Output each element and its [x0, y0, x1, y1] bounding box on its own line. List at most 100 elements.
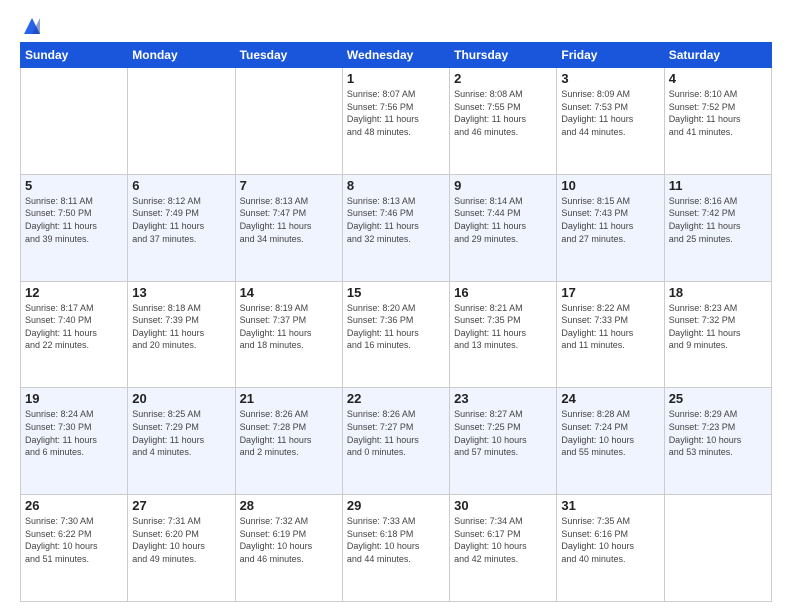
- day-info: Sunrise: 8:09 AM Sunset: 7:53 PM Dayligh…: [561, 88, 659, 138]
- calendar-cell: 9 Sunrise: 8:14 AM Sunset: 7:44 PM Daylig…: [450, 174, 557, 281]
- calendar-cell: 26 Sunrise: 7:30 AM Sunset: 6:22 PM Dayli…: [21, 495, 128, 602]
- day-info: Sunrise: 8:29 AM Sunset: 7:23 PM Dayligh…: [669, 408, 767, 458]
- day-info: Sunrise: 8:26 AM Sunset: 7:28 PM Dayligh…: [240, 408, 338, 458]
- day-number: 22: [347, 391, 445, 406]
- day-number: 7: [240, 178, 338, 193]
- day-number: 10: [561, 178, 659, 193]
- calendar-week-row: 12 Sunrise: 8:17 AM Sunset: 7:40 PM Dayli…: [21, 281, 772, 388]
- day-number: 31: [561, 498, 659, 513]
- day-number: 6: [132, 178, 230, 193]
- day-info: Sunrise: 8:23 AM Sunset: 7:32 PM Dayligh…: [669, 302, 767, 352]
- day-info: Sunrise: 7:33 AM Sunset: 6:18 PM Dayligh…: [347, 515, 445, 565]
- day-info: Sunrise: 8:13 AM Sunset: 7:47 PM Dayligh…: [240, 195, 338, 245]
- day-number: 25: [669, 391, 767, 406]
- calendar-cell: 5Sunrise: 8:11 AM Sunset: 7:50 PM Daylig…: [21, 174, 128, 281]
- day-info: Sunrise: 8:07 AM Sunset: 7:56 PM Dayligh…: [347, 88, 445, 138]
- weekday-header-row: SundayMondayTuesdayWednesdayThursdayFrid…: [21, 43, 772, 68]
- day-info: Sunrise: 8:26 AM Sunset: 7:27 PM Dayligh…: [347, 408, 445, 458]
- calendar-cell: [235, 68, 342, 175]
- calendar-week-row: 19Sunrise: 8:24 AM Sunset: 7:30 PM Dayli…: [21, 388, 772, 495]
- day-number: 18: [669, 285, 767, 300]
- calendar-cell: 23 Sunrise: 8:27 AM Sunset: 7:25 PM Dayli…: [450, 388, 557, 495]
- day-info: Sunrise: 7:32 AM Sunset: 6:19 PM Dayligh…: [240, 515, 338, 565]
- day-number: 2: [454, 71, 552, 86]
- day-info: Sunrise: 8:20 AM Sunset: 7:36 PM Dayligh…: [347, 302, 445, 352]
- page: SundayMondayTuesdayWednesdayThursdayFrid…: [0, 0, 792, 612]
- calendar-cell: 13 Sunrise: 8:18 AM Sunset: 7:39 PM Dayli…: [128, 281, 235, 388]
- calendar-cell: [128, 68, 235, 175]
- day-number: 27: [132, 498, 230, 513]
- day-number: 21: [240, 391, 338, 406]
- calendar-week-row: 5Sunrise: 8:11 AM Sunset: 7:50 PM Daylig…: [21, 174, 772, 281]
- day-info: Sunrise: 8:22 AM Sunset: 7:33 PM Dayligh…: [561, 302, 659, 352]
- day-info: Sunrise: 8:08 AM Sunset: 7:55 PM Dayligh…: [454, 88, 552, 138]
- weekday-header-saturday: Saturday: [664, 43, 771, 68]
- day-number: 16: [454, 285, 552, 300]
- day-info: Sunrise: 8:17 AM Sunset: 7:40 PM Dayligh…: [25, 302, 123, 352]
- day-number: 9: [454, 178, 552, 193]
- calendar-cell: 15 Sunrise: 8:20 AM Sunset: 7:36 PM Dayli…: [342, 281, 449, 388]
- day-info: Sunrise: 8:21 AM Sunset: 7:35 PM Dayligh…: [454, 302, 552, 352]
- calendar-cell: 31Sunrise: 7:35 AM Sunset: 6:16 PM Dayli…: [557, 495, 664, 602]
- calendar-cell: 30 Sunrise: 7:34 AM Sunset: 6:17 PM Dayli…: [450, 495, 557, 602]
- day-info: Sunrise: 8:24 AM Sunset: 7:30 PM Dayligh…: [25, 408, 123, 458]
- calendar-cell: 22 Sunrise: 8:26 AM Sunset: 7:27 PM Dayli…: [342, 388, 449, 495]
- calendar-cell: 18 Sunrise: 8:23 AM Sunset: 7:32 PM Dayli…: [664, 281, 771, 388]
- day-info: Sunrise: 8:13 AM Sunset: 7:46 PM Dayligh…: [347, 195, 445, 245]
- day-number: 14: [240, 285, 338, 300]
- day-info: Sunrise: 7:30 AM Sunset: 6:22 PM Dayligh…: [25, 515, 123, 565]
- calendar-cell: [21, 68, 128, 175]
- day-info: Sunrise: 8:27 AM Sunset: 7:25 PM Dayligh…: [454, 408, 552, 458]
- weekday-header-friday: Friday: [557, 43, 664, 68]
- calendar-cell: 25 Sunrise: 8:29 AM Sunset: 7:23 PM Dayli…: [664, 388, 771, 495]
- day-number: 13: [132, 285, 230, 300]
- day-info: Sunrise: 8:12 AM Sunset: 7:49 PM Dayligh…: [132, 195, 230, 245]
- calendar-cell: 8Sunrise: 8:13 AM Sunset: 7:46 PM Daylig…: [342, 174, 449, 281]
- calendar-table: SundayMondayTuesdayWednesdayThursdayFrid…: [20, 42, 772, 602]
- day-info: Sunrise: 8:25 AM Sunset: 7:29 PM Dayligh…: [132, 408, 230, 458]
- calendar-cell: 20 Sunrise: 8:25 AM Sunset: 7:29 PM Dayli…: [128, 388, 235, 495]
- day-number: 3: [561, 71, 659, 86]
- day-info: Sunrise: 8:16 AM Sunset: 7:42 PM Dayligh…: [669, 195, 767, 245]
- day-info: Sunrise: 8:14 AM Sunset: 7:44 PM Dayligh…: [454, 195, 552, 245]
- header: [20, 18, 772, 32]
- weekday-header-monday: Monday: [128, 43, 235, 68]
- day-info: Sunrise: 8:19 AM Sunset: 7:37 PM Dayligh…: [240, 302, 338, 352]
- day-number: 11: [669, 178, 767, 193]
- day-info: Sunrise: 7:34 AM Sunset: 6:17 PM Dayligh…: [454, 515, 552, 565]
- day-number: 23: [454, 391, 552, 406]
- calendar-cell: 6 Sunrise: 8:12 AM Sunset: 7:49 PM Daylig…: [128, 174, 235, 281]
- calendar-cell: 21 Sunrise: 8:26 AM Sunset: 7:28 PM Dayli…: [235, 388, 342, 495]
- weekday-header-thursday: Thursday: [450, 43, 557, 68]
- weekday-header-sunday: Sunday: [21, 43, 128, 68]
- weekday-header-wednesday: Wednesday: [342, 43, 449, 68]
- calendar-cell: 1 Sunrise: 8:07 AM Sunset: 7:56 PM Daylig…: [342, 68, 449, 175]
- day-number: 29: [347, 498, 445, 513]
- calendar-cell: 17 Sunrise: 8:22 AM Sunset: 7:33 PM Dayli…: [557, 281, 664, 388]
- day-number: 28: [240, 498, 338, 513]
- calendar-cell: 2 Sunrise: 8:08 AM Sunset: 7:55 PM Daylig…: [450, 68, 557, 175]
- day-number: 12: [25, 285, 123, 300]
- day-number: 1: [347, 71, 445, 86]
- day-number: 30: [454, 498, 552, 513]
- calendar-cell: [664, 495, 771, 602]
- calendar-cell: 28 Sunrise: 7:32 AM Sunset: 6:19 PM Dayli…: [235, 495, 342, 602]
- calendar-cell: 27 Sunrise: 7:31 AM Sunset: 6:20 PM Dayli…: [128, 495, 235, 602]
- calendar-cell: 4 Sunrise: 8:10 AM Sunset: 7:52 PM Daylig…: [664, 68, 771, 175]
- day-number: 15: [347, 285, 445, 300]
- calendar-cell: 10Sunrise: 8:15 AM Sunset: 7:43 PM Dayli…: [557, 174, 664, 281]
- day-info: Sunrise: 8:10 AM Sunset: 7:52 PM Dayligh…: [669, 88, 767, 138]
- day-number: 4: [669, 71, 767, 86]
- calendar-cell: 7 Sunrise: 8:13 AM Sunset: 7:47 PM Daylig…: [235, 174, 342, 281]
- calendar-cell: 29 Sunrise: 7:33 AM Sunset: 6:18 PM Dayli…: [342, 495, 449, 602]
- day-info: Sunrise: 7:31 AM Sunset: 6:20 PM Dayligh…: [132, 515, 230, 565]
- calendar-cell: 19Sunrise: 8:24 AM Sunset: 7:30 PM Dayli…: [21, 388, 128, 495]
- day-number: 26: [25, 498, 123, 513]
- logo-text-block: [20, 18, 42, 32]
- day-number: 17: [561, 285, 659, 300]
- day-info: Sunrise: 8:28 AM Sunset: 7:24 PM Dayligh…: [561, 408, 659, 458]
- logo-icon: [22, 16, 42, 36]
- day-info: Sunrise: 8:18 AM Sunset: 7:39 PM Dayligh…: [132, 302, 230, 352]
- day-number: 20: [132, 391, 230, 406]
- calendar-week-row: 26 Sunrise: 7:30 AM Sunset: 6:22 PM Dayli…: [21, 495, 772, 602]
